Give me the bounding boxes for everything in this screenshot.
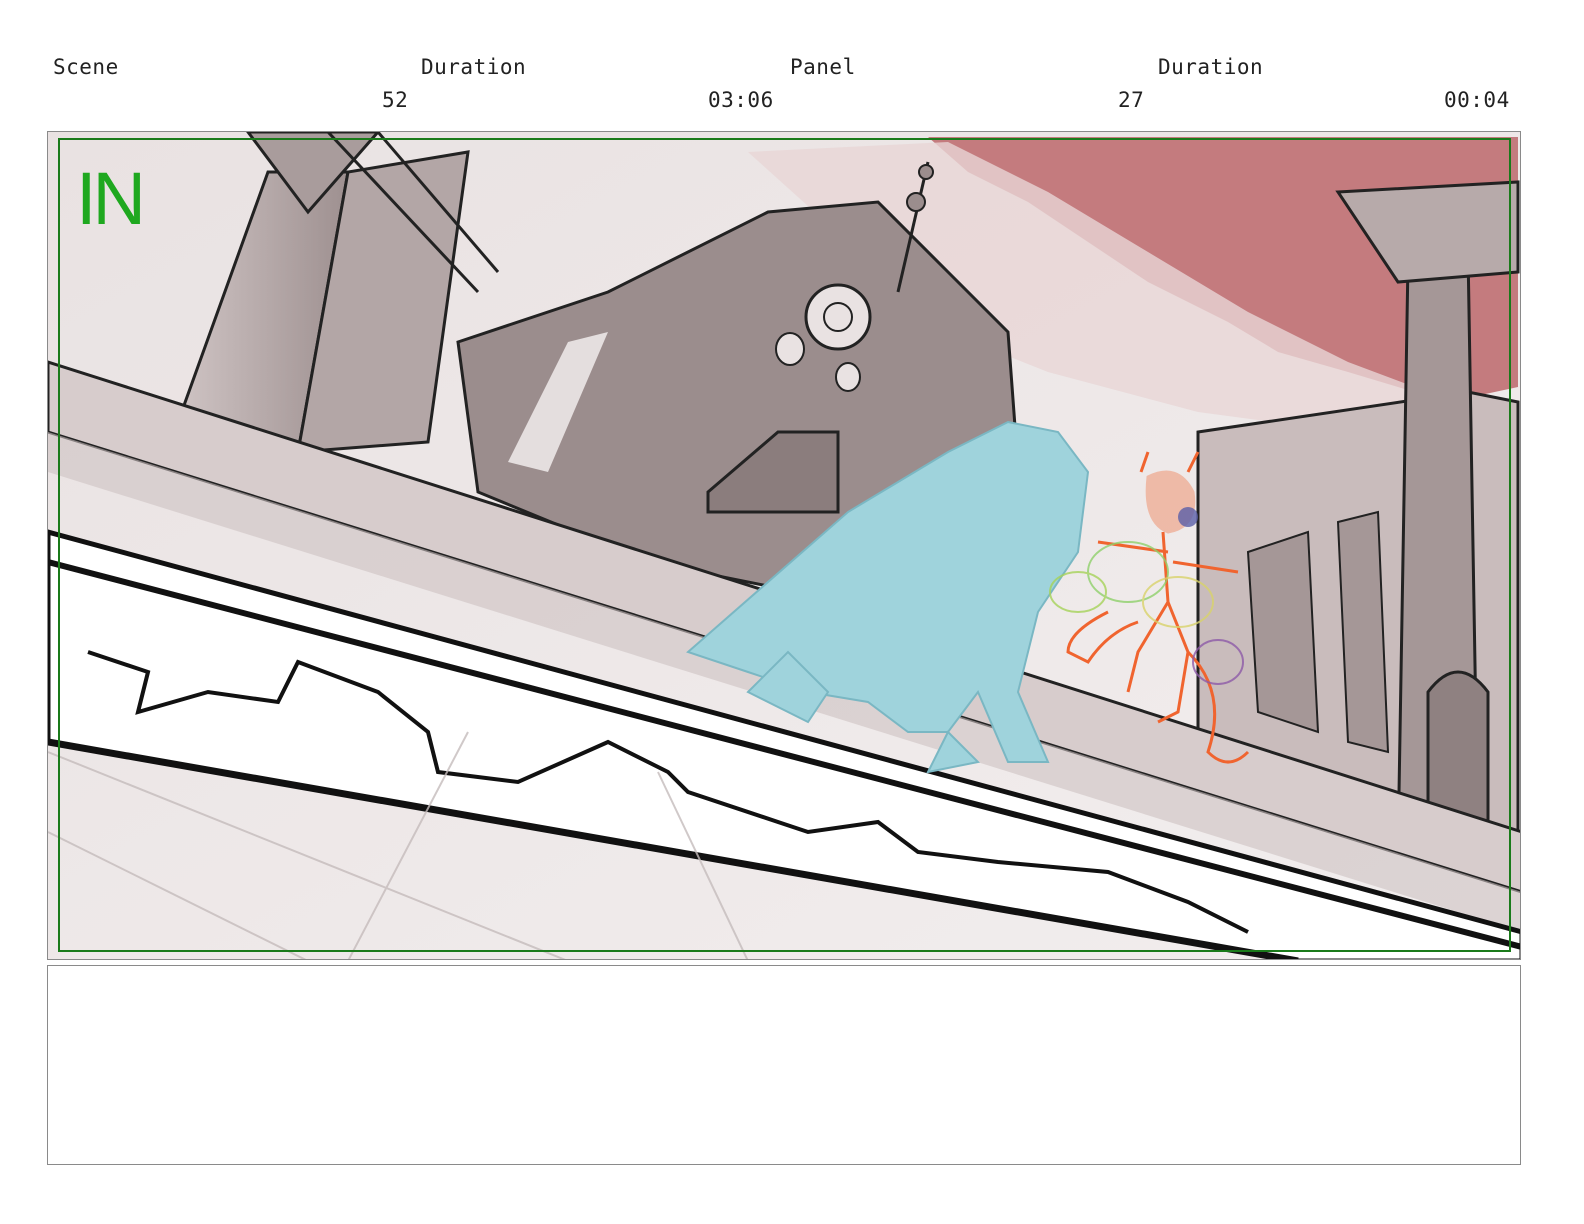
panel-duration-value: 00:04 (1444, 88, 1510, 112)
panel-notes-text (48, 966, 1520, 986)
scene-label: Scene (53, 55, 119, 79)
storyboard-sketch (48, 132, 1520, 959)
scene-number: 52 (382, 88, 409, 112)
scene-duration-label: Duration (421, 55, 527, 79)
in-marker: IN (76, 157, 146, 240)
scene-duration-value: 03:06 (708, 88, 774, 112)
panel-notes-box[interactable] (47, 965, 1521, 1165)
panel-number: 27 (1118, 88, 1145, 112)
storyboard-panel-frame: IN (47, 131, 1521, 960)
panel-label: Panel (790, 55, 856, 79)
panel-duration-label: Duration (1158, 55, 1264, 79)
